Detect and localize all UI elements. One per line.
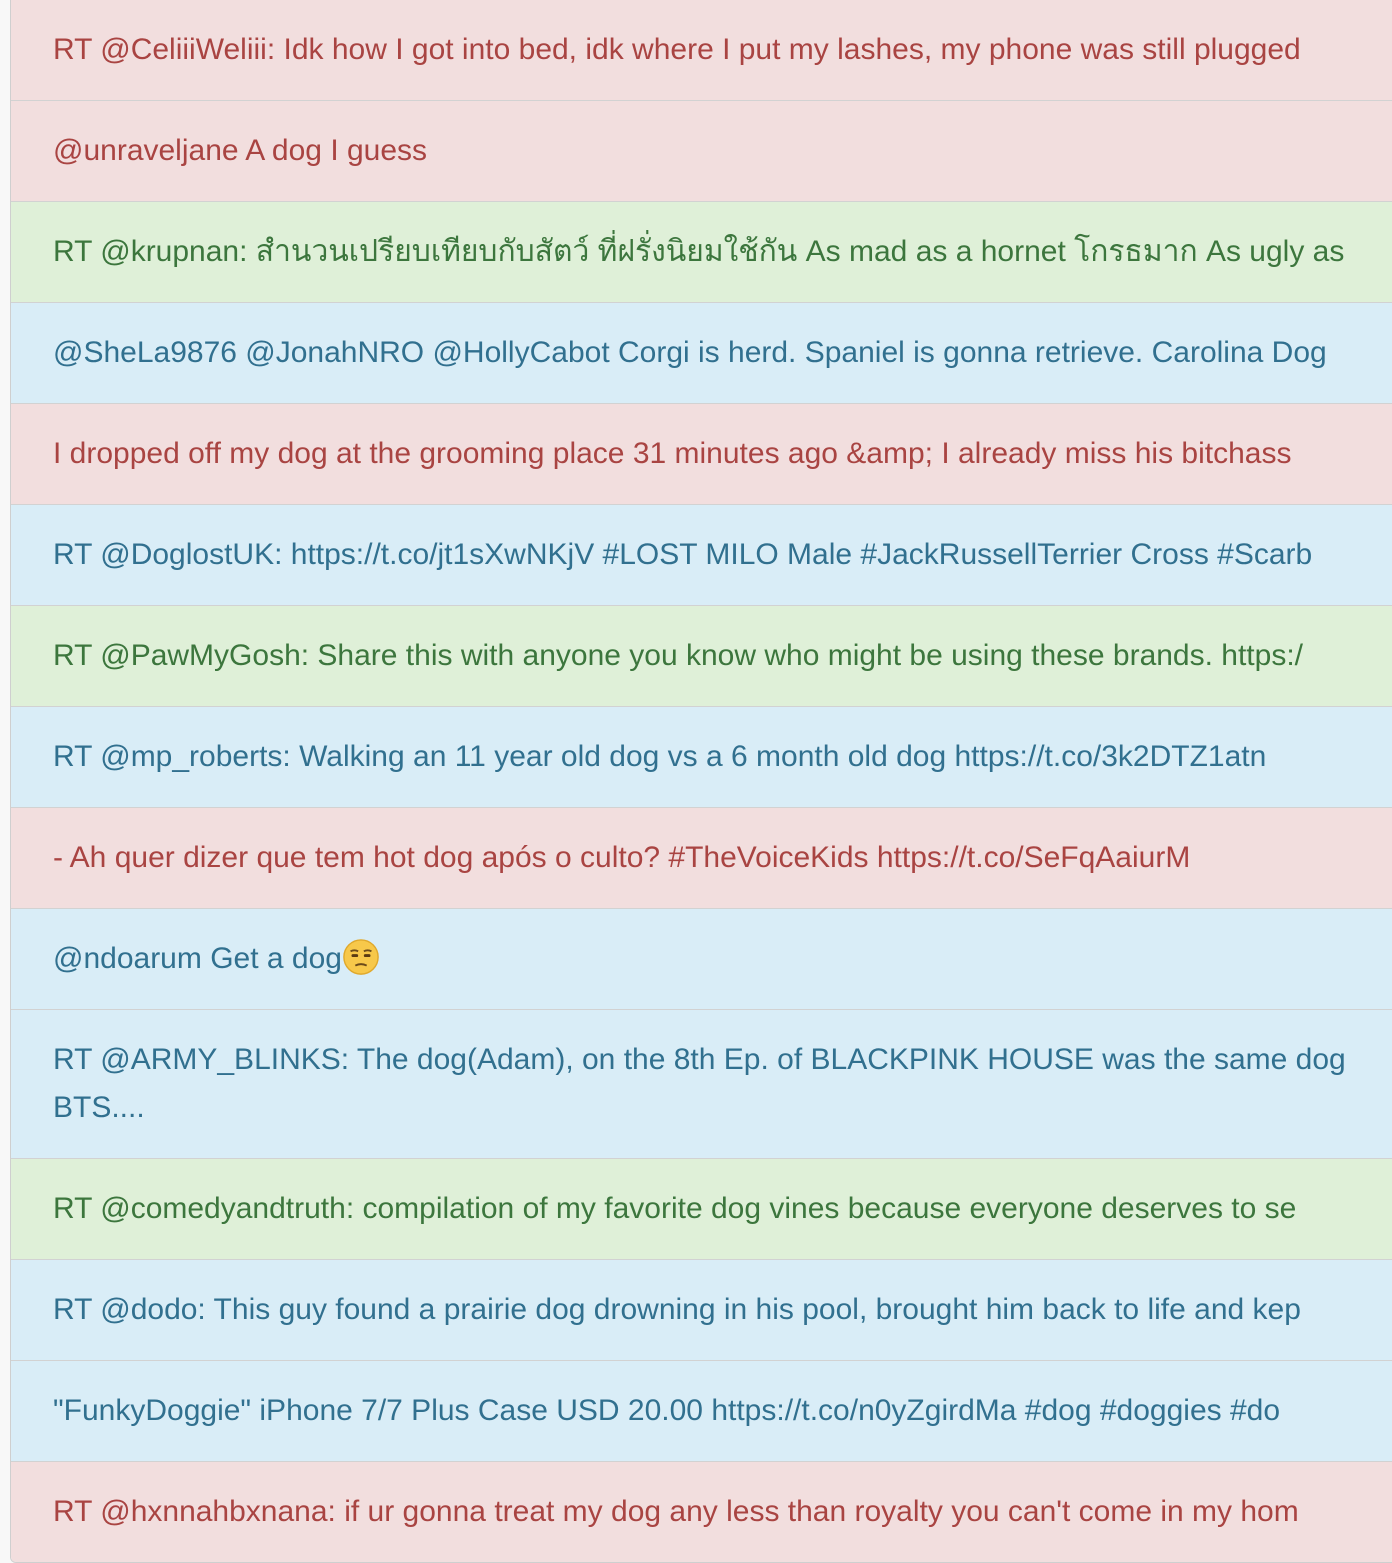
tweet-item[interactable]: @SheLa9876 @JonahNRO @HollyCabot Corgi i… (11, 303, 1392, 404)
tweet-item[interactable]: RT @mp_roberts: Walking an 11 year old d… (11, 707, 1392, 808)
tweet-text-line-2: BTS.... (53, 1091, 145, 1124)
unamused-face-icon (343, 939, 379, 975)
tweet-text: RT @comedyandtruth: compilation of my fa… (53, 1192, 1297, 1225)
tweet-text: RT @hxnnahbxnana: if ur gonna treat my d… (53, 1495, 1299, 1528)
tweet-text: @unraveljane A dog I guess (53, 134, 428, 167)
tweet-text: "FunkyDoggie" iPhone 7/7 Plus Case USD 2… (53, 1394, 1281, 1427)
tweet-text: RT @DoglostUK: https://t.co/jt1sXwNKjV #… (53, 538, 1313, 571)
tweet-text: RT @mp_roberts: Walking an 11 year old d… (53, 740, 1267, 773)
tweet-item[interactable]: RT @CeliiiWeliii: Idk how I got into bed… (11, 0, 1392, 101)
tweet-text: I dropped off my dog at the grooming pla… (53, 437, 1292, 470)
tweet-item[interactable]: I dropped off my dog at the grooming pla… (11, 404, 1392, 505)
tweet-text: @ndoarum Get a dog (53, 942, 342, 975)
tweet-item[interactable]: RT @ARMY_BLINKS: The dog(Adam), on the 8… (11, 1010, 1392, 1159)
tweet-item[interactable]: @unraveljane A dog I guess (11, 101, 1392, 202)
tweet-text: - Ah quer dizer que tem hot dog após o c… (53, 841, 1191, 874)
tweet-text: RT @krupnan: สำนวนเปรียบเทียบกับสัตว์ ที… (53, 235, 1345, 268)
tweet-item[interactable]: RT @krupnan: สำนวนเปรียบเทียบกับสัตว์ ที… (11, 202, 1392, 303)
tweet-item[interactable]: RT @dodo: This guy found a prairie dog d… (11, 1260, 1392, 1361)
tweet-item[interactable]: RT @hxnnahbxnana: if ur gonna treat my d… (11, 1462, 1392, 1562)
tweet-text: @SheLa9876 @JonahNRO @HollyCabot Corgi i… (53, 336, 1327, 369)
tweet-item[interactable]: - Ah quer dizer que tem hot dog após o c… (11, 808, 1392, 909)
tweet-list: RT @CeliiiWeliii: Idk how I got into bed… (10, 0, 1392, 1563)
tweet-text: RT @ARMY_BLINKS: The dog(Adam), on the 8… (53, 1043, 1346, 1076)
tweet-text: RT @dodo: This guy found a prairie dog d… (53, 1293, 1301, 1326)
tweet-item[interactable]: RT @DoglostUK: https://t.co/jt1sXwNKjV #… (11, 505, 1392, 606)
tweet-text: RT @CeliiiWeliii: Idk how I got into bed… (53, 33, 1301, 66)
tweet-item[interactable]: @ndoarum Get a dog (11, 909, 1392, 1010)
tweet-item[interactable]: RT @PawMyGosh: Share this with anyone yo… (11, 606, 1392, 707)
tweet-item[interactable]: RT @comedyandtruth: compilation of my fa… (11, 1159, 1392, 1260)
tweet-text: RT @PawMyGosh: Share this with anyone yo… (53, 639, 1303, 672)
tweet-item[interactable]: "FunkyDoggie" iPhone 7/7 Plus Case USD 2… (11, 1361, 1392, 1462)
